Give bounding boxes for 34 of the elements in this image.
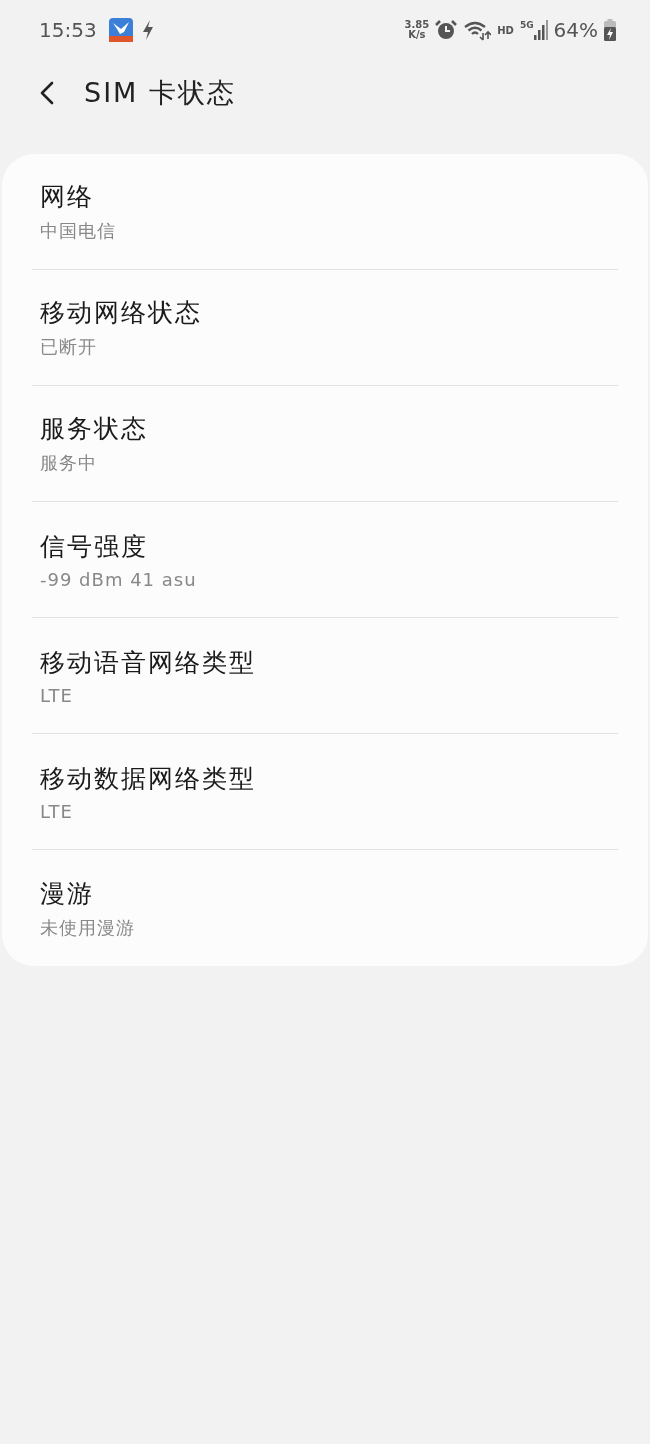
battery-percent: 64% xyxy=(553,18,598,42)
settings-item[interactable]: 漫游 未使用漫游 xyxy=(32,850,618,966)
wifi-icon xyxy=(463,19,492,41)
settings-item[interactable]: 移动网络状态 已断开 xyxy=(32,270,618,386)
network-type: 5G xyxy=(519,20,534,30)
battery-icon xyxy=(604,19,616,41)
settings-item[interactable]: 服务状态 服务中 xyxy=(32,386,618,502)
item-value: LTE xyxy=(40,800,74,822)
item-title: 移动网络状态 xyxy=(40,297,203,329)
alarm-icon xyxy=(435,19,458,41)
item-title: 漫游 xyxy=(40,877,95,910)
hd-label: HD xyxy=(497,24,514,36)
lightning-icon xyxy=(140,19,155,41)
item-value: LTE xyxy=(40,684,74,706)
item-title: 移动数据网络类型 xyxy=(40,762,257,795)
settings-item[interactable]: 网络 中国电信 xyxy=(32,154,618,270)
settings-item[interactable]: 移动数据网络类型 LTE xyxy=(32,734,618,850)
item-title: 服务状态 xyxy=(40,413,149,445)
item-value: 中国电信 xyxy=(40,219,117,243)
item-title: 网络 xyxy=(40,181,95,213)
settings-item[interactable]: 移动语音网络类型 LTE xyxy=(32,618,618,734)
settings-item[interactable]: 信号强度 -99 dBm 41 asu xyxy=(32,502,618,618)
item-title: 信号强度 xyxy=(40,530,149,563)
bird-app-icon xyxy=(108,18,133,42)
signal-icon xyxy=(533,20,548,40)
page-title: SIM 卡状态 xyxy=(84,76,236,110)
speed-value: 3.85 xyxy=(404,20,430,30)
item-title: 移动语音网络类型 xyxy=(40,646,257,679)
speed-unit: K/s xyxy=(408,30,426,40)
item-value: 服务中 xyxy=(40,451,98,475)
item-value: 未使用漫游 xyxy=(40,915,136,940)
item-value: 已断开 xyxy=(40,335,98,359)
item-value: -99 dBm 41 asu xyxy=(40,568,198,590)
clock-time: 15:53 xyxy=(39,18,97,42)
